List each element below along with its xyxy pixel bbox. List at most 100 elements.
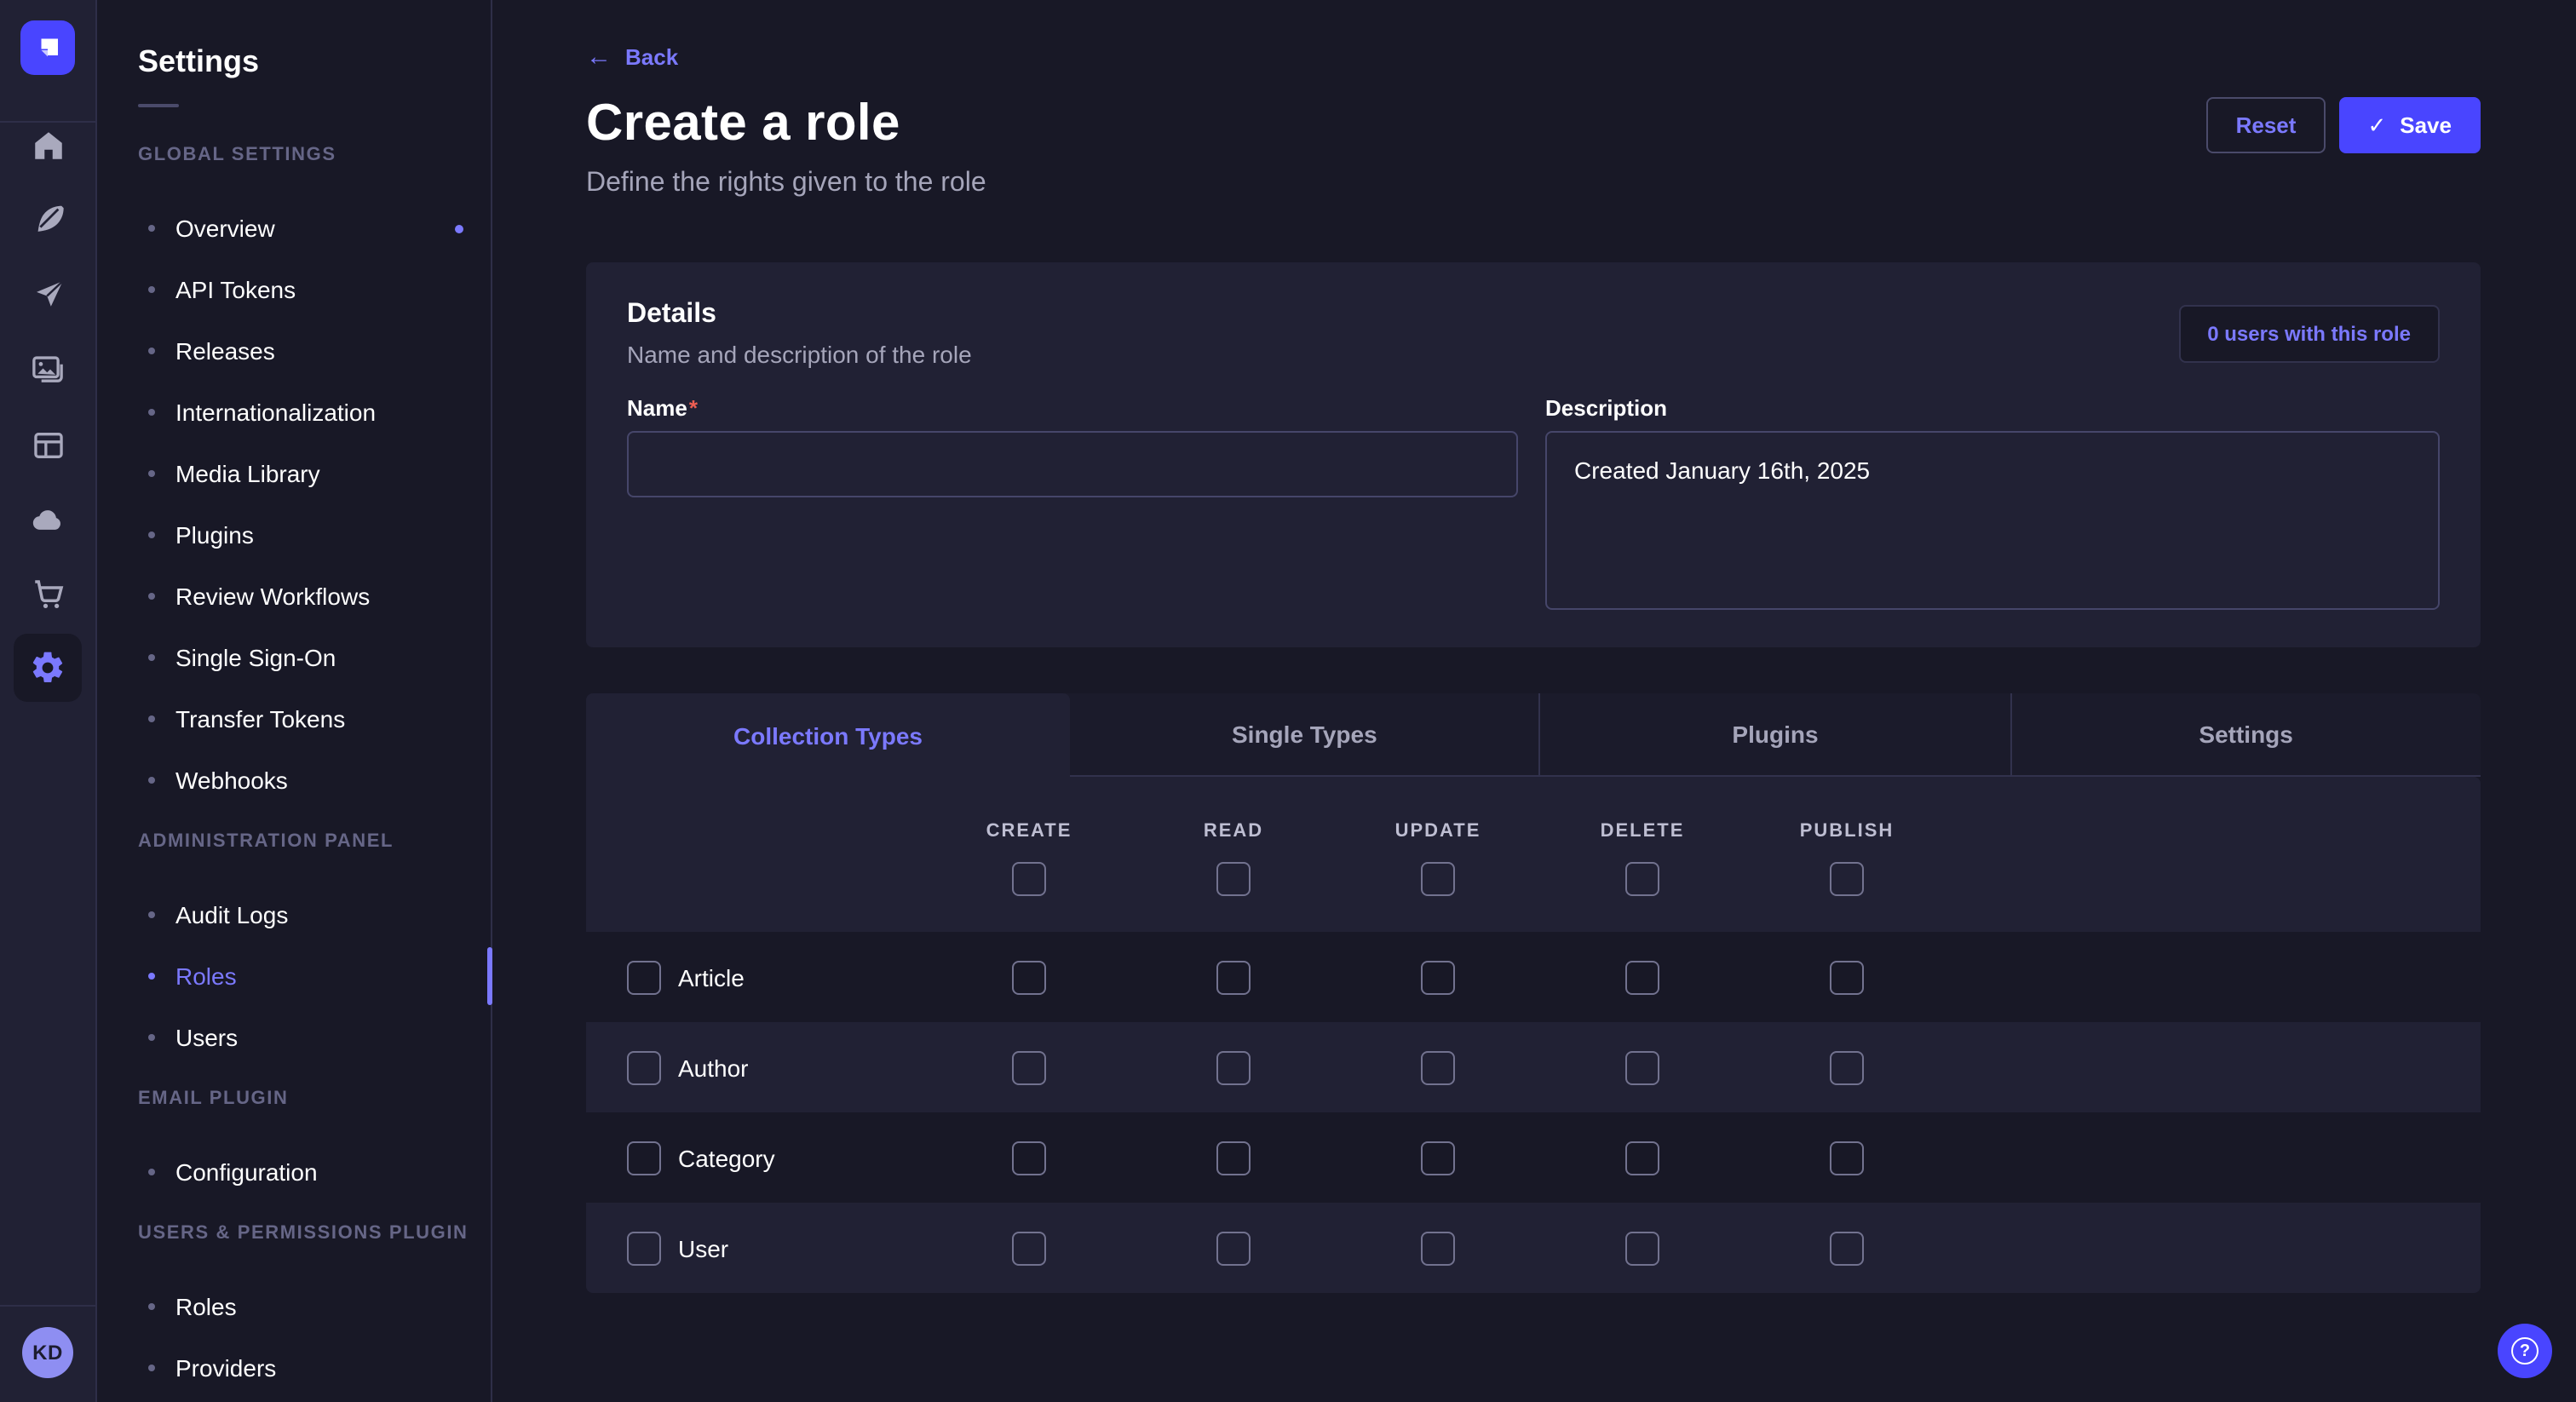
save-button[interactable]: ✓ Save [2338,96,2481,152]
strapi-logo[interactable] [20,20,75,75]
select-all-update-checkbox[interactable] [1421,862,1455,896]
sidebar-item-plugins[interactable]: Plugins [138,504,467,566]
permission-checkbox-delete[interactable] [1625,1141,1659,1175]
permission-checkbox-delete[interactable] [1625,1231,1659,1265]
permission-checkbox-read[interactable] [1216,1141,1251,1175]
section-label: GLOBAL SETTINGS [138,145,467,169]
permission-checkbox-publish[interactable] [1830,960,1864,994]
table-row-article: Article [586,932,2481,1022]
back-link[interactable]: ← Back [586,44,678,70]
reset-button[interactable]: Reset [2207,96,2326,152]
permission-checkbox-create[interactable] [1012,960,1046,994]
column-header-create: CREATE [927,819,1131,843]
back-arrow-icon: ← [586,44,612,70]
tab-plugins[interactable]: Plugins [1539,693,2010,777]
sidebar-item-webhooks[interactable]: Webhooks [138,750,467,811]
sidebar-item-audit-logs[interactable]: Audit Logs [138,884,467,945]
settings-sidebar: Settings GLOBAL SETTINGS Overview API To… [97,0,492,1402]
sidebar-item-overview[interactable]: Overview [138,198,467,259]
table-row-category: Category [586,1112,2481,1203]
sidebar-item-home[interactable] [0,114,95,175]
check-icon: ✓ [2367,113,2386,135]
permissions-table: CREATE READ UPDATE DELETE PUBLISH Articl… [586,777,2481,1293]
sidebar-item-releases[interactable] [0,262,95,324]
bullet-icon [148,470,155,477]
sidebar-item-users[interactable]: Users [138,1007,467,1068]
row-select-checkbox[interactable] [627,1141,661,1175]
permission-checkbox-update[interactable] [1421,1050,1455,1084]
rail-divider-bottom [0,1305,95,1307]
permission-checkbox-publish[interactable] [1830,1141,1864,1175]
permission-checkbox-delete[interactable] [1625,1050,1659,1084]
avatar[interactable]: KD [22,1327,73,1378]
details-subtitle: Name and description of the role [627,341,972,368]
name-input[interactable] [627,431,1518,497]
help-button[interactable]: ? [2498,1324,2552,1378]
permission-checkbox-read[interactable] [1216,1231,1251,1265]
permission-checkbox-update[interactable] [1421,960,1455,994]
sidebar-item-internationalization[interactable]: Internationalization [138,382,467,443]
table-row-author: Author [586,1022,2481,1112]
column-header-update: UPDATE [1336,819,1540,843]
name-label: Name* [627,395,1518,421]
sidebar-item-media-library[interactable]: Media Library [138,443,467,504]
bullet-icon [148,286,155,293]
section-global-settings: GLOBAL SETTINGS Overview API Tokens Rele… [138,145,467,811]
details-title: Details [627,300,972,330]
sidebar-item-media-library[interactable] [0,339,95,400]
bullet-icon [148,1365,155,1371]
users-with-role-button[interactable]: 0 users with this role [2178,305,2440,363]
sidebar-item-marketplace[interactable] [0,562,95,623]
details-card: Details Name and description of the role… [586,262,2481,647]
select-all-create-checkbox[interactable] [1012,862,1046,896]
sidebar-item-content-manager[interactable] [0,187,95,249]
help-icon: ? [2511,1337,2539,1365]
sidebar-item-roles-admin[interactable]: Roles [138,945,467,1007]
select-all-publish-checkbox[interactable] [1830,862,1864,896]
permission-checkbox-create[interactable] [1012,1141,1046,1175]
sidebar-item-single-sign-on[interactable]: Single Sign-On [138,627,467,688]
sidebar-item-content-type-builder[interactable] [0,414,95,475]
permission-checkbox-delete[interactable] [1625,960,1659,994]
tab-single-types[interactable]: Single Types [1070,693,1539,777]
permission-checkbox-read[interactable] [1216,1050,1251,1084]
permission-checkbox-update[interactable] [1421,1141,1455,1175]
layout-icon [30,427,66,463]
permission-checkbox-create[interactable] [1012,1050,1046,1084]
sidebar-item-providers[interactable]: Providers [138,1337,467,1399]
sidebar-title-rule [138,104,179,107]
sidebar-item-deploy[interactable] [0,489,95,550]
column-header-delete: DELETE [1540,819,1745,843]
sidebar-item-roles-up[interactable]: Roles [138,1276,467,1337]
row-select-checkbox[interactable] [627,1050,661,1084]
description-textarea[interactable]: Created January 16th, 2025 [1545,431,2440,610]
sidebar-item-api-tokens[interactable]: API Tokens [138,259,467,320]
details-fields: Name* Description Created January 16th, … [627,395,2440,618]
table-row-user: User [586,1203,2481,1293]
select-all-read-checkbox[interactable] [1216,862,1251,896]
row-select-checkbox[interactable] [627,1231,661,1265]
permission-checkbox-create[interactable] [1012,1231,1046,1265]
row-select-checkbox[interactable] [627,960,661,994]
paper-plane-icon [30,275,66,311]
sidebar-item-settings[interactable] [14,634,82,702]
permissions-table-header: CREATE READ UPDATE DELETE PUBLISH [586,777,2481,932]
sidebar-item-review-workflows[interactable]: Review Workflows [138,566,467,627]
permission-checkbox-publish[interactable] [1830,1050,1864,1084]
tab-settings[interactable]: Settings [2010,693,2481,777]
shopping-cart-icon [30,575,66,611]
tab-collection-types[interactable]: Collection Types [586,693,1070,777]
section-administration-panel: ADMINISTRATION PANEL Audit Logs Roles Us… [138,831,467,1068]
permission-checkbox-update[interactable] [1421,1231,1455,1265]
bullet-icon [148,973,155,980]
sidebar-item-releases[interactable]: Releases [138,320,467,382]
select-all-delete-checkbox[interactable] [1625,862,1659,896]
media-library-icon [29,351,66,388]
required-asterisk: * [689,395,698,421]
permission-checkbox-read[interactable] [1216,960,1251,994]
permission-checkbox-publish[interactable] [1830,1231,1864,1265]
sidebar-item-transfer-tokens[interactable]: Transfer Tokens [138,688,467,750]
bullet-icon [148,531,155,538]
notification-dot [455,224,463,233]
sidebar-item-configuration[interactable]: Configuration [138,1141,467,1203]
